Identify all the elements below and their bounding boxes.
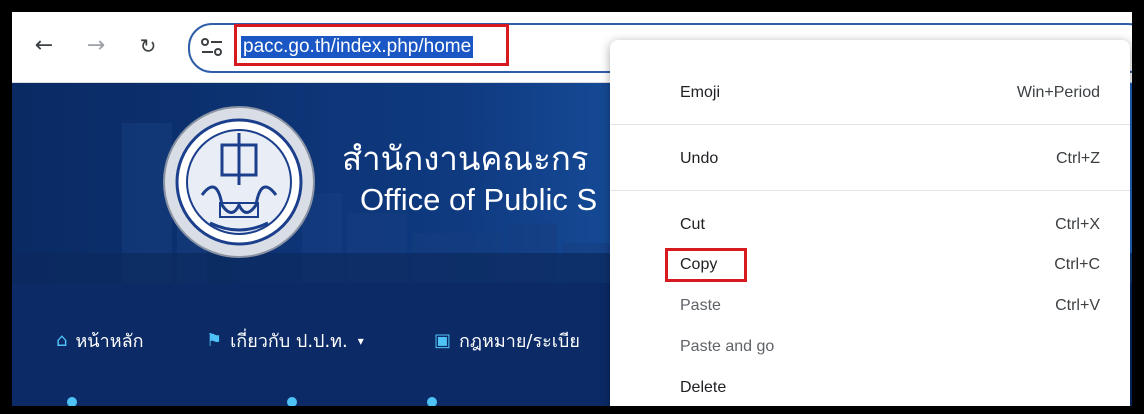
menu-item-paste[interactable]: Paste Ctrl+V — [610, 289, 1130, 323]
menu-item-shortcut: Win+Period — [1016, 84, 1100, 101]
money-icon: ▣ — [434, 330, 452, 351]
menu-item-label: Paste — [680, 297, 721, 314]
menu-item-emoji[interactable]: Emoji Win+Period — [610, 76, 1130, 110]
menu-item-delete[interactable]: Delete — [610, 371, 1130, 405]
site-title-thai: สำนักงานคณะกร — [342, 139, 589, 178]
forward-button[interactable]: → — [82, 32, 110, 60]
menu-item-shortcut: Ctrl+V — [1055, 297, 1100, 314]
nav-item-about[interactable]: ⚑ เกี่ยวกับ ป.ป.ท. ▾ — [206, 326, 364, 355]
pacc-seal-logo — [163, 106, 315, 258]
arrow-right-icon: → — [86, 33, 106, 58]
menu-item-paste-and-go[interactable]: Paste and go — [610, 330, 1130, 364]
menu-item-label: Emoji — [680, 84, 721, 101]
menu-item-shortcut: Ctrl+C — [1054, 256, 1100, 273]
menu-item-label: Undo — [680, 150, 719, 167]
flag-icon: ⚑ — [206, 330, 223, 351]
back-button[interactable]: ← — [30, 32, 58, 60]
reload-button[interactable]: ↻ — [134, 32, 162, 60]
reload-icon: ↻ — [139, 34, 157, 58]
menu-item-label: Delete — [680, 379, 727, 396]
menu-item-label: Cut — [680, 216, 705, 233]
menu-divider — [610, 190, 1130, 191]
menu-item-shortcut: Ctrl+X — [1055, 216, 1100, 233]
screenshot-frame: ← → ↻ pacc.go.th/index.php/home สำนักงาน… — [0, 0, 1144, 414]
menu-divider — [610, 124, 1130, 125]
menu-item-undo[interactable]: Undo Ctrl+Z — [610, 142, 1130, 176]
nav-item-home[interactable]: ⌂ หน้าหลัก — [56, 326, 144, 355]
chevron-down-icon: ▾ — [357, 333, 364, 348]
menu-item-cut[interactable]: Cut Ctrl+X — [610, 208, 1130, 242]
copy-highlight-box — [665, 248, 747, 282]
secondary-nav-icons — [67, 397, 437, 406]
nav-item-label: กฎหมาย/ระเบีย — [459, 331, 580, 352]
menu-item-shortcut: Ctrl+Z — [1056, 150, 1100, 167]
context-menu: Emoji Win+Period Undo Ctrl+Z Cut Ctrl+X … — [610, 40, 1130, 406]
site-title-english: Office of Public S — [360, 182, 598, 217]
nav-item-laws[interactable]: ▣ กฎหมาย/ระเบีย — [434, 326, 580, 355]
tune-icon[interactable] — [200, 36, 224, 58]
nav-item-label: หน้าหลัก — [75, 331, 144, 352]
nav-item-label: เกี่ยวกับ ป.ป.ท. — [230, 331, 348, 352]
menu-item-label: Paste and go — [680, 338, 775, 355]
home-icon: ⌂ — [56, 330, 68, 351]
browser-window: ← → ↻ pacc.go.th/index.php/home สำนักงาน… — [12, 12, 1132, 406]
arrow-left-icon: ← — [34, 33, 54, 58]
url-highlight-box — [234, 24, 509, 66]
